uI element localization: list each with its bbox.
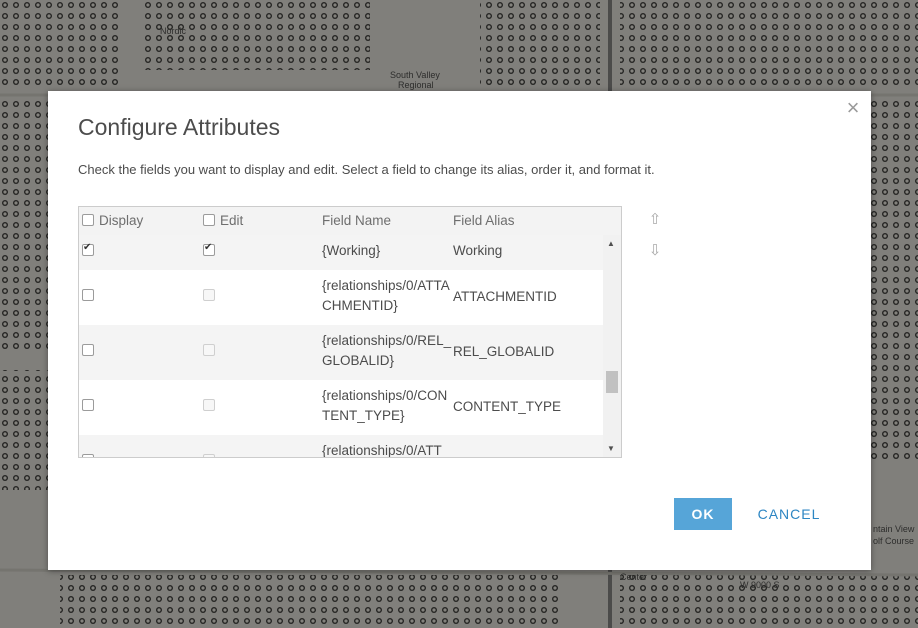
cancel-button[interactable]: CANCEL <box>748 498 830 530</box>
move-up-arrow-icon[interactable]: ⇧ <box>648 211 662 227</box>
edit-checkbox[interactable] <box>203 289 215 301</box>
table-row[interactable]: {Working} Working <box>79 235 603 270</box>
field-alias-header: Field Alias <box>453 213 515 228</box>
configure-attributes-dialog: × Configure Attributes Check the fields … <box>48 91 871 570</box>
ok-button[interactable]: OK <box>674 498 732 530</box>
edit-column-header: Edit <box>203 213 243 228</box>
scroll-down-arrow-icon[interactable]: ▼ <box>607 444 615 453</box>
table-row[interactable]: {relationships/0/CONTENT_TYPE} CONTENT_T… <box>79 380 603 435</box>
field-name-header: Field Name <box>322 213 392 228</box>
scroll-up-arrow-icon[interactable]: ▲ <box>607 239 615 248</box>
display-column-header: Display <box>82 213 143 228</box>
close-icon[interactable]: × <box>843 97 863 119</box>
table-row[interactable]: {relationships/0/ATT <box>79 435 603 457</box>
edit-checkbox[interactable] <box>203 344 215 356</box>
display-checkbox[interactable] <box>82 399 94 411</box>
display-header-label: Display <box>99 213 144 228</box>
field-alias-cell: REL_GLOBALID <box>453 344 555 359</box>
edit-checkbox[interactable] <box>203 454 215 457</box>
table-header: Display Edit Field Name Field Alias <box>79 207 621 235</box>
table-scrollbar[interactable]: ▲ ▼ <box>603 235 621 457</box>
field-alias-cell: CONTENT_TYPE <box>453 399 562 414</box>
move-down-arrow-icon[interactable]: ⇩ <box>648 242 662 258</box>
instructions-text: Check the fields you want to display and… <box>78 162 655 177</box>
edit-header-label: Edit <box>220 213 244 228</box>
dialog-title: Configure Attributes <box>78 114 281 140</box>
field-alias-cell: ATTACHMENTID <box>453 289 557 304</box>
table-row[interactable]: {relationships/0/ATTACHMENTID} ATTACHMEN… <box>79 270 603 325</box>
display-all-checkbox[interactable] <box>82 214 94 226</box>
field-name-cell: {relationships/0/ATT <box>322 443 442 457</box>
field-alias-cell: Working <box>453 243 503 258</box>
display-checkbox[interactable] <box>82 454 94 457</box>
field-name-cell: {relationships/0/ATTACHMENTID} <box>322 278 450 313</box>
display-checkbox[interactable] <box>82 289 94 301</box>
edit-checkbox[interactable] <box>203 242 215 256</box>
edit-checkbox[interactable] <box>203 399 215 411</box>
table-row[interactable]: {relationships/0/REL_GLOBALID} REL_GLOBA… <box>79 325 603 380</box>
scrollbar-thumb[interactable] <box>606 371 618 393</box>
display-checkbox[interactable] <box>82 344 94 356</box>
edit-all-checkbox[interactable] <box>203 214 215 226</box>
field-name-cell: {relationships/0/REL_GLOBALID} <box>322 333 452 368</box>
field-name-cell: {relationships/0/CONTENT_TYPE} <box>322 388 448 423</box>
display-checkbox[interactable] <box>82 242 94 256</box>
table-body: {Working} Working {relationships/0/ATTAC… <box>79 235 603 457</box>
fields-table: Display Edit Field Name Field Alias {Wor… <box>78 206 622 458</box>
field-name-cell: {Working} <box>322 243 381 258</box>
